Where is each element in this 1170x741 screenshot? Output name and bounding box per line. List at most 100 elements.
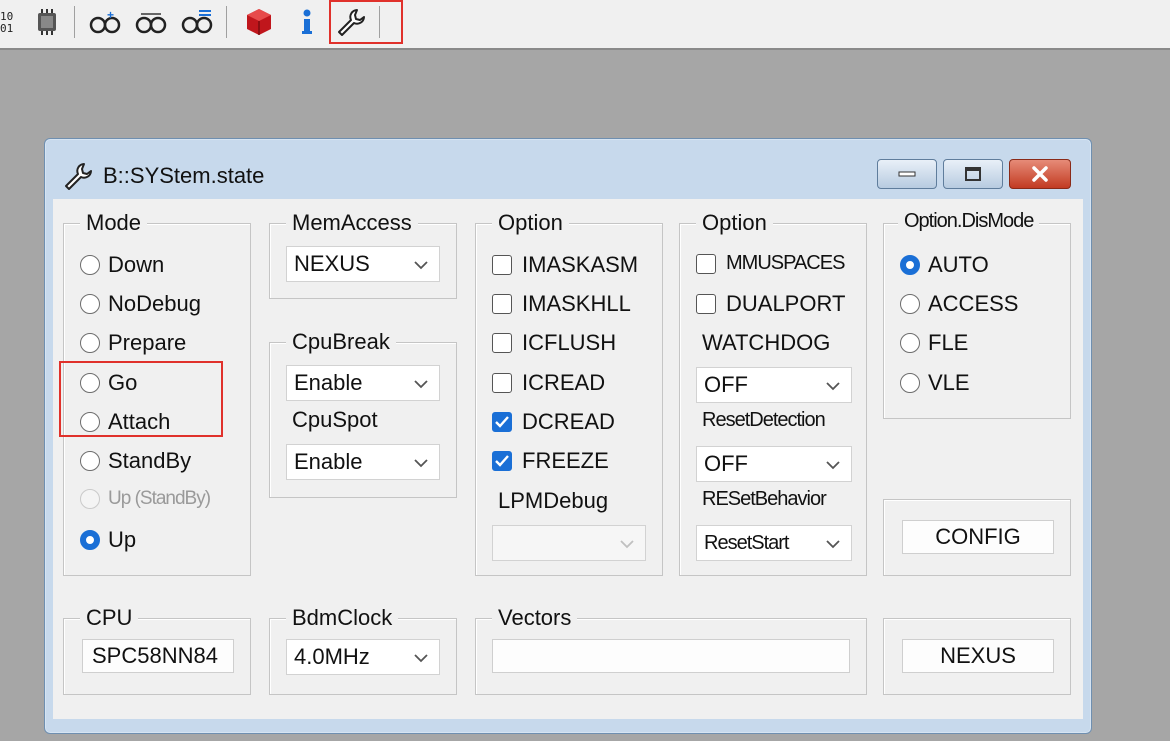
minimize-button[interactable]: [877, 159, 937, 189]
glasses-icon[interactable]: [134, 6, 168, 38]
radio-nodebug[interactable]: NoDebug: [80, 291, 201, 317]
minimize-icon: [898, 171, 916, 177]
dropdown-value: Enable: [294, 449, 363, 474]
chevron-down-icon: [414, 654, 428, 663]
checkmark-icon: [495, 455, 509, 467]
resetdetection-dropdown[interactable]: OFF: [696, 446, 852, 482]
cpubreak-dropdown[interactable]: Enable: [286, 365, 440, 401]
dismode-group-title: Option.DisMode: [898, 210, 1040, 233]
glasses-list-icon[interactable]: [180, 6, 214, 38]
cpu-group: CPU SPC58NN84: [63, 605, 251, 695]
option-group-2: Option MMUSPACES DUALPORT WATCHDOG OFF R…: [679, 210, 867, 576]
checkbox-label: MMUSPACES: [726, 252, 845, 274]
resetdetection-title: ResetDetection: [696, 409, 831, 432]
radio-prepare[interactable]: Prepare: [80, 330, 186, 356]
radio-standby[interactable]: StandBy: [80, 448, 191, 474]
option-group-2-title: Option: [696, 210, 773, 236]
radio-dot: [900, 333, 920, 353]
checkbox-box: [492, 333, 512, 353]
watchdog-dropdown[interactable]: OFF: [696, 367, 852, 403]
checkbox-label: ICFLUSH: [522, 330, 617, 355]
checkbox-label: ICREAD: [522, 370, 606, 395]
option-group-1: Option IMASKASM IMASKHLL ICFLUSH ICREAD …: [475, 210, 663, 576]
maximize-button[interactable]: [943, 159, 1003, 189]
checkbox-box: [492, 294, 512, 314]
close-button[interactable]: [1009, 159, 1071, 189]
cpuspot-dropdown[interactable]: Enable: [286, 444, 440, 480]
cpubreak-group-title: CpuBreak: [286, 329, 396, 355]
chip-icon[interactable]: [30, 6, 64, 38]
checkbox-freeze[interactable]: FREEZE: [492, 448, 609, 474]
checkbox-box: [696, 253, 716, 274]
bdmclock-group: BdmClock 4.0MHz: [269, 605, 457, 695]
title-bar[interactable]: B::SYStem.state: [45, 139, 1091, 199]
radio-label: StandBy: [108, 448, 192, 473]
checkbox-label: DCREAD: [522, 409, 615, 434]
chevron-down-icon: [414, 261, 428, 270]
checkmark-icon: [495, 416, 509, 428]
chevron-down-icon: [826, 382, 840, 391]
nexus-group: NEXUS: [883, 618, 1071, 695]
radio-label: ACCESS: [928, 291, 1019, 316]
bdmclock-dropdown[interactable]: 4.0MHz: [286, 639, 440, 675]
chevron-down-icon: [620, 540, 634, 549]
radio-label: Prepare: [108, 330, 187, 355]
radio-access[interactable]: ACCESS: [900, 291, 1018, 317]
config-button[interactable]: CONFIG: [902, 520, 1054, 554]
dropdown-value: OFF: [704, 372, 748, 397]
resetbehavior-dropdown[interactable]: ResetStart: [696, 525, 852, 561]
radio-down[interactable]: Down: [80, 252, 164, 278]
glasses-add-icon[interactable]: +: [88, 6, 122, 38]
radio-label: VLE: [928, 370, 970, 395]
radio-up[interactable]: Up: [80, 527, 136, 553]
radio-dot: [80, 489, 100, 509]
radio-dot: [80, 530, 100, 550]
memaccess-group-title: MemAccess: [286, 210, 418, 236]
mode-group-title: Mode: [80, 210, 148, 236]
dismode-group: Option.DisMode AUTO ACCESS FLE VLE: [883, 210, 1071, 419]
checkbox-mmuspaces[interactable]: MMUSPACES: [696, 252, 845, 275]
toolbar-separator: [74, 6, 75, 38]
vectors-field[interactable]: [492, 639, 850, 673]
info-icon[interactable]: [290, 6, 324, 38]
memaccess-group: MemAccess NEXUS: [269, 210, 457, 299]
checkbox-box: [492, 255, 512, 275]
close-icon: [1032, 166, 1048, 182]
go-attach-highlight-box: [59, 361, 223, 437]
dropdown-value: OFF: [704, 451, 748, 476]
red-cube-icon[interactable]: [242, 6, 276, 38]
checkbox-label: IMASKHLL: [522, 291, 631, 316]
checkbox-box: [492, 412, 512, 432]
wrench-icon: [63, 161, 93, 196]
checkbox-imaskhll[interactable]: IMASKHLL: [492, 291, 631, 317]
binary-icon[interactable]: 10 01: [0, 6, 26, 38]
radio-label: NoDebug: [108, 291, 201, 316]
radio-label: Down: [108, 252, 165, 277]
maximize-icon: [965, 167, 981, 181]
memaccess-dropdown[interactable]: NEXUS: [286, 246, 440, 282]
radio-fle[interactable]: FLE: [900, 330, 968, 356]
checkbox-dcread[interactable]: DCREAD: [492, 409, 615, 435]
radio-label: Up: [108, 527, 137, 552]
vectors-group: Vectors: [475, 605, 867, 695]
radio-vle[interactable]: VLE: [900, 370, 970, 396]
checkbox-icflush[interactable]: ICFLUSH: [492, 330, 616, 356]
cpu-field[interactable]: SPC58NN84: [82, 639, 234, 673]
chevron-down-icon: [826, 540, 840, 549]
checkbox-dualport[interactable]: DUALPORT: [696, 291, 845, 317]
checkbox-imaskasm[interactable]: IMASKASM: [492, 252, 638, 278]
svg-text:+: +: [107, 8, 114, 22]
watchdog-title: WATCHDOG: [696, 330, 837, 356]
dropdown-value: Enable: [294, 370, 363, 395]
dropdown-value: 4.0MHz: [294, 644, 370, 669]
radio-auto[interactable]: AUTO: [900, 252, 989, 278]
svg-text:01: 01: [0, 22, 13, 35]
checkbox-box: [492, 373, 512, 393]
radio-up-standby: Up (StandBy): [80, 488, 211, 510]
nexus-button[interactable]: NEXUS: [902, 639, 1054, 673]
checkbox-icread[interactable]: ICREAD: [492, 370, 605, 396]
radio-dot: [900, 294, 920, 314]
cpuspot-title: CpuSpot: [286, 407, 384, 433]
radio-dot: [80, 255, 100, 275]
radio-label: FLE: [928, 330, 969, 355]
